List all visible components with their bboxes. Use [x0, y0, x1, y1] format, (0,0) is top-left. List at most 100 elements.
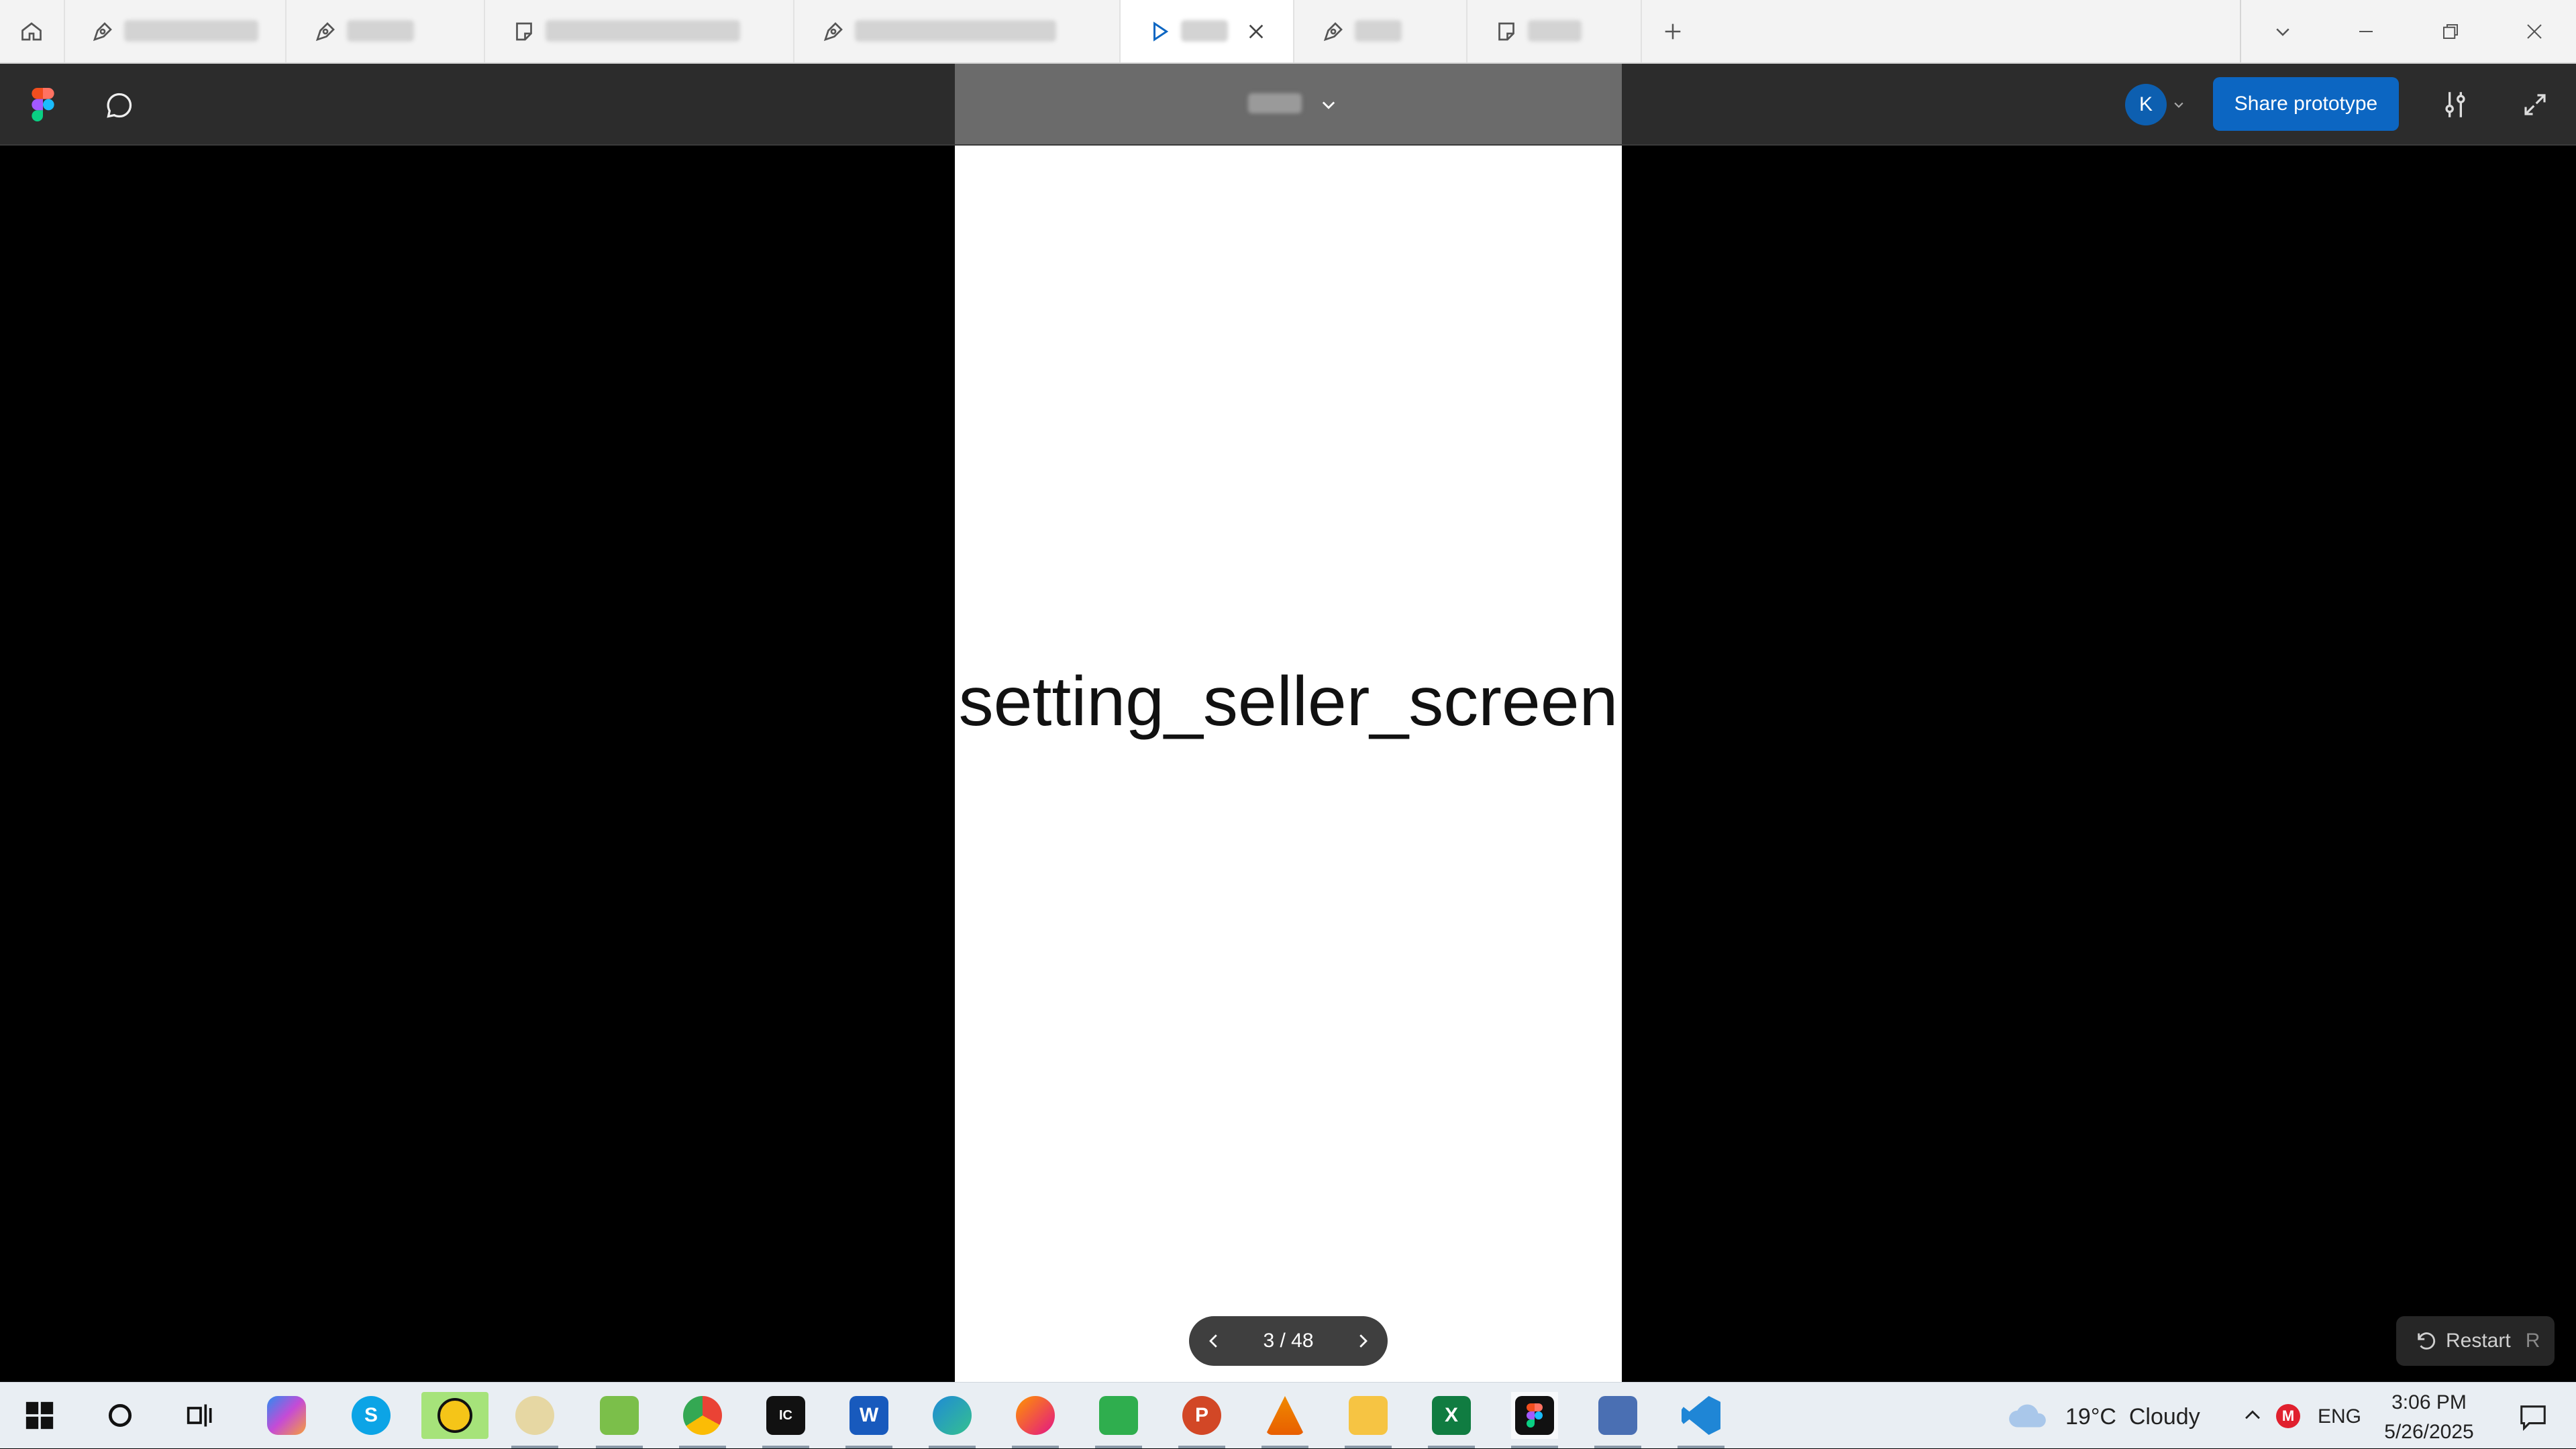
minimize-button[interactable] [2324, 0, 2408, 62]
figma-icon [32, 88, 54, 121]
avatar[interactable]: K [2125, 84, 2167, 125]
pen-design-icon [93, 22, 112, 42]
figma-app[interactable] [1511, 1392, 1558, 1448]
file-explorer-app[interactable] [1345, 1392, 1392, 1448]
running-indicator [1678, 1446, 1724, 1448]
close-tab-icon[interactable] [1245, 21, 1267, 42]
tab-list-button[interactable] [2241, 0, 2324, 62]
chrome-icon [683, 1396, 722, 1435]
edge-app[interactable] [929, 1392, 976, 1448]
next-frame-button[interactable] [1338, 1316, 1388, 1366]
browser-tab-bar [0, 0, 2576, 64]
sliders-icon [2445, 92, 2465, 117]
clock[interactable]: 3:06 PM 5/26/2025 [2382, 1388, 2476, 1447]
figma-logo[interactable] [30, 88, 56, 121]
restore-icon [2443, 23, 2458, 39]
chevron-left-icon [1209, 1334, 1217, 1348]
running-indicator [929, 1446, 976, 1448]
frame-selector[interactable] [955, 64, 1622, 144]
chevron-down-icon[interactable] [2172, 98, 2185, 111]
tab-title-redacted [1355, 20, 1402, 42]
running-indicator [1594, 1446, 1641, 1448]
file-tab[interactable] [1467, 0, 1642, 62]
play-prototype-icon [1153, 21, 1169, 42]
comment-button[interactable] [105, 91, 134, 120]
restart-button[interactable]: Restart R [2396, 1316, 2555, 1366]
chevron-down-icon [2276, 28, 2289, 36]
taskbar-app[interactable] [596, 1392, 643, 1448]
task-view-icon [187, 1404, 212, 1427]
chevron-down-icon [1322, 101, 1335, 109]
antivirus-tray-icon[interactable]: M [2276, 1404, 2300, 1428]
folder-icon [1349, 1396, 1388, 1435]
vscode-icon [1682, 1396, 1720, 1435]
start-button[interactable] [16, 1392, 63, 1439]
prototype-canvas: setting_seller_screen 3 / 48 Restart R [0, 146, 2576, 1382]
vscode-app[interactable] [1678, 1392, 1724, 1448]
word-app[interactable]: W [845, 1392, 892, 1448]
chrome-app[interactable] [679, 1392, 726, 1448]
tab-title-redacted [347, 20, 414, 42]
excel-app[interactable]: X [1428, 1392, 1475, 1448]
plus-icon [1665, 23, 1681, 40]
taskbar-app-active[interactable] [421, 1392, 488, 1439]
language-indicator[interactable]: ENG [2318, 1405, 2361, 1428]
paint-icon [600, 1396, 639, 1435]
copilot-app[interactable] [263, 1392, 310, 1439]
close-window-button[interactable] [2493, 0, 2576, 62]
file-tab[interactable] [64, 0, 287, 62]
running-indicator [1178, 1446, 1225, 1448]
file-tab[interactable] [1294, 0, 1467, 62]
tab-title-redacted [1528, 20, 1582, 42]
running-indicator [679, 1446, 726, 1448]
running-indicator [1428, 1446, 1475, 1448]
firefox-icon [1016, 1396, 1055, 1435]
search-button[interactable] [97, 1392, 144, 1439]
trading-app[interactable]: IC [762, 1392, 809, 1448]
windows-taskbar: S IC W P X 19°C Cloudy M ENG 3:06 PM 5/2… [0, 1382, 2576, 1448]
restart-shortcut: R [2525, 1330, 2540, 1352]
windows-icon [25, 1401, 54, 1430]
file-tab-active[interactable] [1121, 0, 1294, 62]
chevron-up-icon[interactable] [2241, 1404, 2264, 1427]
taskbar-app[interactable] [511, 1392, 558, 1448]
share-prototype-button[interactable]: Share prototype [2213, 77, 2399, 131]
previous-frame-button[interactable] [1189, 1316, 1239, 1366]
new-tab-button[interactable] [1657, 16, 1688, 47]
gear-tools-icon [515, 1396, 554, 1435]
taskbar-app[interactable] [1095, 1392, 1142, 1448]
running-indicator [1345, 1446, 1392, 1448]
vlc-app[interactable] [1261, 1392, 1308, 1448]
vlc-icon [1266, 1396, 1304, 1435]
taskbar-app[interactable] [1594, 1392, 1641, 1448]
restart-label: Restart [2446, 1330, 2511, 1352]
prototype-frame[interactable]: setting_seller_screen [955, 146, 1622, 1382]
file-tab[interactable] [485, 0, 794, 62]
running-indicator [845, 1446, 892, 1448]
pen-design-icon [1323, 22, 1343, 42]
task-view-button[interactable] [177, 1392, 224, 1439]
close-icon [2527, 23, 2542, 39]
restore-button[interactable] [2409, 0, 2492, 62]
system-tray: 19°C Cloudy M ENG 3:06 PM 5/26/2025 [2006, 1383, 2576, 1449]
figjam-sticky-icon [1498, 22, 1514, 41]
app-circle-icon [437, 1398, 472, 1433]
settings-button[interactable] [2438, 88, 2472, 121]
home-icon [21, 22, 42, 41]
word-icon: W [849, 1396, 888, 1435]
file-tab[interactable] [794, 0, 1121, 62]
tab-title-redacted [855, 20, 1056, 42]
file-tab[interactable] [287, 0, 485, 62]
pen-design-icon [315, 22, 335, 42]
fullscreen-button[interactable] [2521, 91, 2549, 119]
home-tab[interactable] [0, 0, 65, 62]
tab-title-redacted [124, 20, 258, 42]
comment-icon [107, 93, 132, 118]
weather-text[interactable]: 19°C Cloudy [2065, 1404, 2200, 1430]
running-indicator [1095, 1446, 1142, 1448]
firefox-app[interactable] [1012, 1392, 1059, 1448]
powerpoint-app[interactable]: P [1178, 1392, 1225, 1448]
skype-app[interactable]: S [348, 1392, 395, 1439]
notification-icon[interactable] [2518, 1401, 2548, 1432]
figma-icon [1515, 1396, 1554, 1435]
